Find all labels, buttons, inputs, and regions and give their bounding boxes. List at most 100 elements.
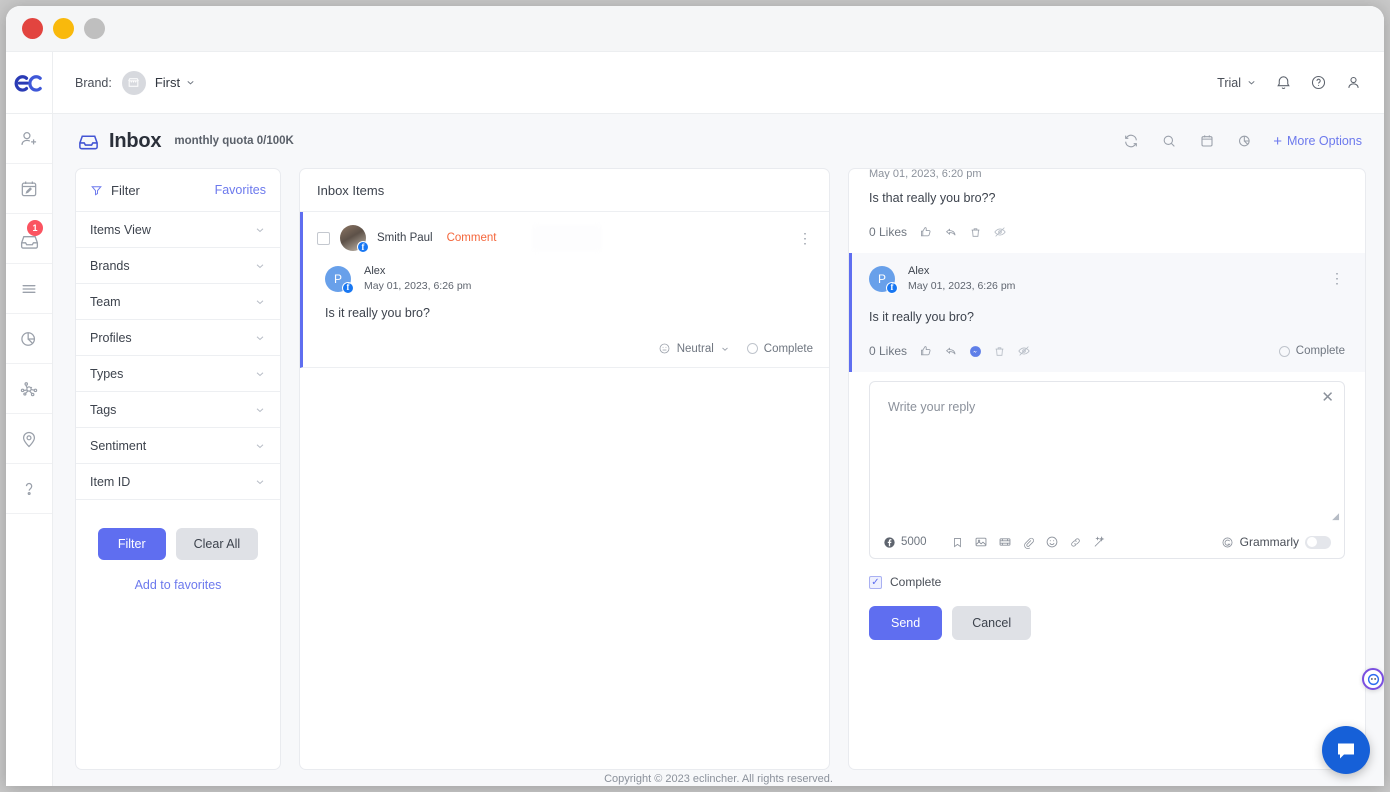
image-button[interactable] [974, 535, 988, 549]
inbox-item-checkbox[interactable] [317, 232, 330, 245]
conversation-detail-panel: May 01, 2023, 6:20 pm Is that really you… [848, 168, 1366, 770]
cancel-button[interactable]: Cancel [952, 606, 1031, 640]
location-pin-icon [19, 429, 39, 449]
char-limit-value: 5000 [901, 536, 927, 548]
grammarly-control[interactable]: Grammarly [1221, 535, 1331, 549]
sentiment-selector[interactable]: Neutral [658, 342, 730, 355]
complete-checkbox[interactable]: ✓ [869, 576, 882, 589]
sidebar-item-network[interactable] [6, 364, 52, 414]
calendar-button[interactable] [1199, 133, 1215, 149]
filter-row-team[interactable]: Team [76, 284, 280, 320]
topbar: Brand: First Trial [53, 52, 1384, 114]
chevron-down-icon [254, 404, 266, 416]
complete-toggle[interactable]: Complete [747, 343, 813, 355]
bookmark-button[interactable] [951, 536, 964, 549]
filter-row-brands[interactable]: Brands [76, 248, 280, 284]
help-question-icon [19, 479, 39, 499]
hide-button[interactable] [1017, 344, 1031, 358]
reply-button[interactable] [944, 344, 958, 358]
thumbs-up-icon [919, 344, 933, 358]
close-window-button[interactable] [22, 18, 43, 39]
reply-toolbar: 5000 [870, 526, 1344, 558]
active-message-header: P f Alex May 01, 2023, 6:26 pm ⋮ [869, 265, 1345, 292]
close-reply-button[interactable]: ✕ [1321, 390, 1334, 405]
reply-composer: ✕ Write your reply ◢ 500 [869, 381, 1345, 559]
like-button[interactable] [919, 225, 933, 239]
inbox-item-message: Is it really you bro? [325, 306, 813, 320]
refresh-icon [1123, 133, 1139, 149]
sidebar-item-help[interactable] [6, 464, 52, 514]
filter-row-items-view[interactable]: Items View [76, 212, 280, 248]
send-button[interactable]: Send [869, 606, 942, 640]
brand-name[interactable]: First [155, 75, 180, 90]
search-button[interactable] [1161, 133, 1177, 149]
app-logo[interactable] [6, 52, 52, 114]
sidebar-item-location[interactable] [6, 414, 52, 464]
inbox-header-icon [77, 130, 100, 153]
reply-input[interactable]: Write your reply [870, 382, 1344, 526]
filter-row-types[interactable]: Types [76, 356, 280, 392]
user-icon [1345, 74, 1362, 91]
filter-row-profiles[interactable]: Profiles [76, 320, 280, 356]
chevron-down-icon [254, 476, 266, 488]
sidebar-item-inbox[interactable]: 1 [6, 214, 52, 264]
sidebar-item-compose[interactable] [6, 164, 52, 214]
ai-assist-button[interactable] [1092, 535, 1106, 549]
attachment-button[interactable] [1022, 536, 1035, 549]
sentiment-label: Neutral [677, 343, 714, 355]
chevron-down-icon [254, 368, 266, 380]
author-timestamp: May 01, 2023, 6:26 pm [364, 280, 471, 292]
filter-actions: Filter Clear All [76, 528, 280, 560]
status-badge[interactable] [1362, 668, 1384, 690]
delete-button[interactable] [993, 345, 1006, 358]
brand-label: Brand: [75, 76, 112, 90]
filter-row-sentiment[interactable]: Sentiment [76, 428, 280, 464]
favorites-link[interactable]: Favorites [215, 183, 266, 197]
plus-icon: + [1273, 134, 1282, 149]
refresh-button[interactable] [1123, 133, 1139, 149]
clear-all-button[interactable]: Clear All [176, 528, 259, 560]
active-complete-toggle[interactable]: Complete [1279, 345, 1345, 357]
more-options-button[interactable]: + More Options [1273, 134, 1362, 149]
filter-row-item-id[interactable]: Item ID [76, 464, 280, 500]
inbox-item-card[interactable]: f Smith Paul Comment ⋮ P f [300, 212, 829, 368]
trial-chevron-down-icon[interactable] [1246, 77, 1257, 88]
chevron-down-icon[interactable] [185, 77, 196, 88]
add-to-favorites-link[interactable]: Add to favorites [76, 578, 280, 592]
message-button[interactable] [969, 345, 982, 358]
chat-fab-button[interactable] [1322, 726, 1370, 774]
resize-handle[interactable]: ◢ [1332, 511, 1339, 522]
video-button[interactable] [998, 535, 1012, 549]
user-menu-button[interactable] [1345, 74, 1362, 91]
complete-checkbox-row[interactable]: ✓ Complete [869, 575, 1345, 589]
app-window: 1 [6, 6, 1384, 786]
apply-filter-button[interactable]: Filter [98, 528, 166, 560]
analytics-button[interactable] [1237, 133, 1253, 149]
chat-bubble-icon [1334, 738, 1358, 762]
sidebar-item-add-user[interactable] [6, 114, 52, 164]
emoji-button[interactable] [1045, 535, 1059, 549]
bookmark-icon [951, 536, 964, 549]
trial-label[interactable]: Trial [1217, 76, 1241, 90]
sidebar-item-menu[interactable] [6, 264, 52, 314]
active-message-menu-button[interactable]: ⋮ [1330, 270, 1345, 287]
filter-row-tags[interactable]: Tags [76, 392, 280, 428]
link-button[interactable] [1069, 536, 1082, 549]
brand-avatar[interactable] [122, 71, 146, 95]
author-meta: Alex May 01, 2023, 6:26 pm [364, 265, 471, 292]
notifications-button[interactable] [1275, 74, 1292, 91]
hide-button[interactable] [993, 225, 1007, 239]
filter-row-label: Brands [90, 259, 130, 273]
inbox-item-menu-button[interactable]: ⋮ [798, 230, 813, 247]
sidebar-item-analytics[interactable] [6, 314, 52, 364]
delete-button[interactable] [969, 226, 982, 239]
reply-button[interactable] [944, 225, 958, 239]
minimize-window-button[interactable] [53, 18, 74, 39]
likes-count: 0 Likes [869, 225, 907, 239]
like-button[interactable] [919, 344, 933, 358]
maximize-window-button[interactable] [84, 18, 105, 39]
grammarly-toggle[interactable] [1305, 536, 1331, 549]
help-button[interactable] [1310, 74, 1327, 91]
app-body: 1 [6, 52, 1384, 786]
emoji-icon [1045, 535, 1059, 549]
